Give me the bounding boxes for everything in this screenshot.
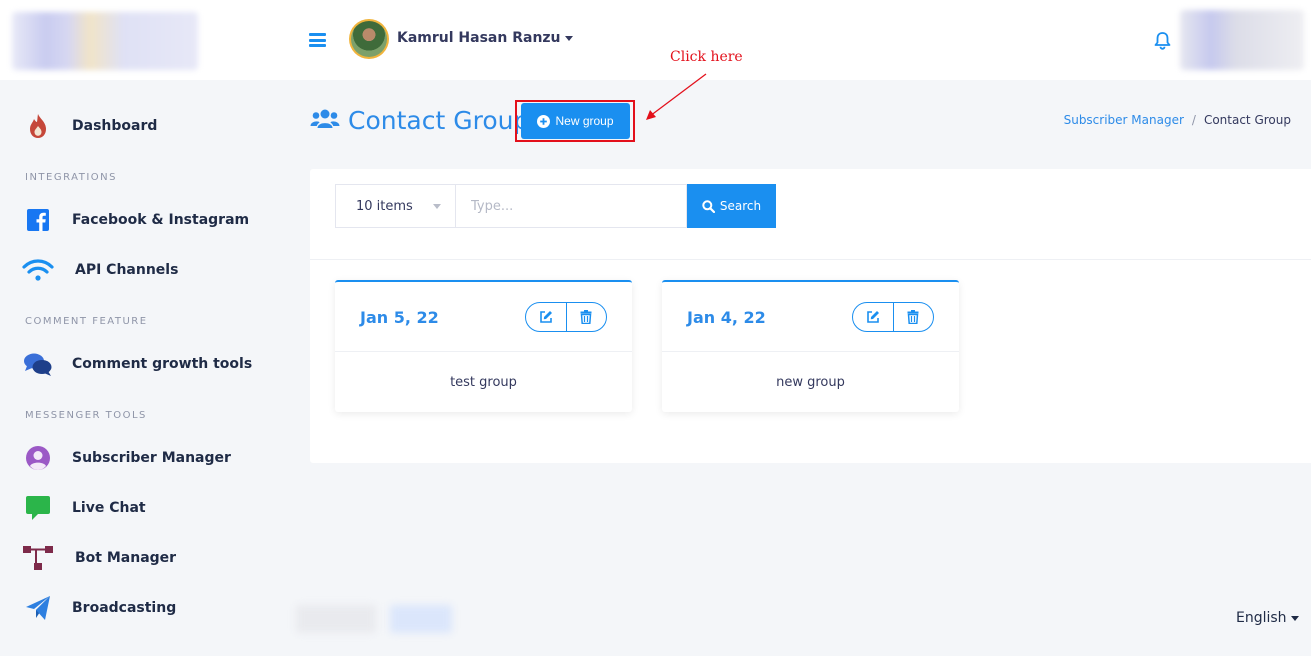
search-button-label: Search: [719, 199, 762, 213]
user-menu-toggle[interactable]: Kamrul Hasan Ranzu: [397, 30, 573, 46]
trash-icon: [580, 310, 592, 324]
breadcrumb-separator: /: [1191, 113, 1196, 127]
sidebar-item-live-chat[interactable]: Live Chat: [22, 491, 146, 525]
brand-logo[interactable]: [12, 12, 198, 70]
sidebar-item-dashboard[interactable]: Dashboard: [22, 109, 157, 143]
language-selector[interactable]: English: [1236, 610, 1299, 626]
sidebar-item-label: Facebook & Instagram: [72, 212, 250, 228]
user-avatar[interactable]: [349, 19, 389, 59]
chat-bubble-icon: [22, 494, 54, 522]
sidebar-item-api-channels[interactable]: API Channels: [22, 253, 178, 287]
divider: [662, 351, 959, 352]
delete-button[interactable]: [565, 303, 607, 331]
annotation-label: Click here: [670, 49, 743, 65]
sidebar-item-label: Comment growth tools: [72, 356, 253, 372]
group-actions: [852, 302, 934, 332]
plus-circle-icon: [537, 114, 551, 128]
breadcrumb-current: Contact Group: [1203, 113, 1291, 127]
sitemap-icon: [22, 544, 54, 572]
trash-icon: [907, 310, 919, 324]
top-navbar: Kamrul Hasan Ranzu: [0, 0, 1311, 80]
comments-icon: [22, 350, 54, 378]
footer-blurred-text: [296, 605, 376, 633]
chevron-down-icon: [433, 204, 441, 209]
group-name: new group: [776, 375, 845, 390]
footer-blurred-link[interactable]: [390, 605, 452, 633]
caret-down-icon: [1290, 615, 1299, 621]
group-card: Jan 5, 22 test group: [335, 280, 632, 412]
delete-button[interactable]: [892, 303, 934, 331]
sidebar-item-label: Live Chat: [72, 500, 146, 516]
sidebar-item-label: Bot Manager: [75, 550, 177, 566]
sidebar-item-comment-growth-tools[interactable]: Comment growth tools: [22, 347, 252, 381]
sidebar-item-label: Subscriber Manager: [72, 450, 231, 466]
paper-plane-icon: [22, 594, 54, 622]
edit-icon: [866, 311, 879, 323]
profile-menu[interactable]: [1180, 10, 1304, 70]
sidebar-item-subscriber-manager[interactable]: Subscriber Manager: [22, 441, 231, 475]
user-name: Kamrul Hasan Ranzu: [397, 30, 561, 46]
divider: [335, 351, 632, 352]
contact-group-panel: 10 items Search Jan 5, 22: [310, 169, 1311, 463]
new-group-button[interactable]: New group: [521, 103, 630, 139]
sidebar-item-label: Dashboard: [72, 118, 158, 134]
divider: [310, 259, 1311, 260]
page-title: Contact Group: [348, 106, 530, 135]
section-header-messenger-tools: MESSENGER TOOLS: [25, 410, 147, 421]
sidebar: Dashboard INTEGRATIONS Facebook & Instag…: [0, 80, 290, 656]
wifi-icon: [22, 256, 54, 284]
facebook-icon: [22, 206, 54, 234]
breadcrumb: Subscriber Manager / Contact Group: [1064, 113, 1291, 127]
edit-button[interactable]: [853, 303, 893, 331]
group-actions: [525, 302, 607, 332]
group-name: test group: [450, 375, 517, 390]
search-input[interactable]: [455, 184, 687, 228]
sidebar-item-facebook-instagram[interactable]: Facebook & Instagram: [22, 203, 249, 237]
annotation-arrow-icon: [646, 73, 707, 120]
caret-down-icon: [564, 35, 573, 41]
group-date: Jan 4, 22: [687, 308, 766, 327]
users-icon: [310, 107, 340, 135]
flame-icon: [22, 112, 54, 140]
edit-button[interactable]: [526, 303, 566, 331]
page-header: Contact Group: [310, 106, 529, 135]
search-button[interactable]: Search: [687, 184, 776, 228]
hamburger-menu-icon[interactable]: [309, 33, 326, 47]
group-card: Jan 4, 22 new group: [662, 280, 959, 412]
new-group-label: New group: [555, 114, 614, 128]
items-per-page-select[interactable]: 10 items: [335, 184, 455, 228]
section-header-comment-feature: COMMENT FEATURE: [25, 316, 148, 327]
language-label: English: [1236, 610, 1287, 626]
sidebar-item-broadcasting[interactable]: Broadcasting: [22, 591, 176, 625]
sidebar-item-label: Broadcasting: [72, 600, 177, 616]
edit-icon: [539, 311, 552, 323]
sidebar-item-bot-manager[interactable]: Bot Manager: [22, 541, 176, 575]
breadcrumb-link-subscriber-manager[interactable]: Subscriber Manager: [1064, 113, 1184, 127]
section-header-integrations: INTEGRATIONS: [25, 172, 117, 183]
search-icon: [702, 199, 715, 213]
items-per-page-value: 10 items: [356, 198, 413, 214]
sidebar-item-label: API Channels: [75, 262, 179, 278]
bell-icon[interactable]: [1154, 31, 1171, 50]
group-date: Jan 5, 22: [360, 308, 439, 327]
user-circle-icon: [22, 444, 54, 472]
